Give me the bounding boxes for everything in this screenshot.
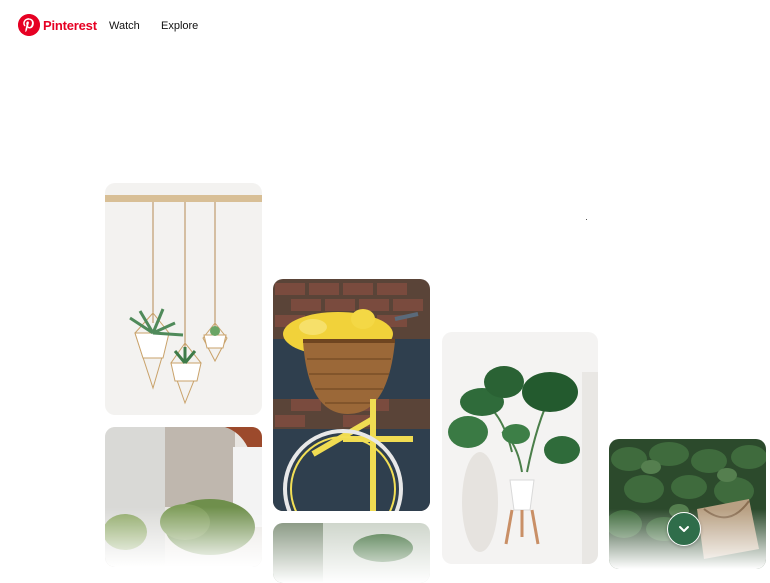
pin-image (442, 332, 598, 564)
pin-image (105, 427, 262, 567)
pin-monstera-plant[interactable] (442, 332, 598, 564)
nav-watch-link[interactable]: Watch (109, 20, 140, 32)
pin-image (273, 523, 430, 583)
pin-woman-greens[interactable] (105, 427, 262, 567)
pinterest-logo[interactable]: Pinterest (18, 14, 97, 36)
nav-explore-link[interactable]: Explore (161, 20, 198, 32)
pin-image (105, 183, 262, 415)
pin-faded[interactable] (273, 523, 430, 583)
pinterest-wordmark: Pinterest (43, 17, 97, 33)
pin-image (273, 279, 430, 511)
pin-green-leaves[interactable] (609, 439, 766, 569)
pin-yellow-bicycle[interactable] (273, 279, 430, 511)
pinterest-logo-icon (18, 14, 40, 36)
pin-image (609, 439, 766, 569)
scroll-down-button[interactable] (667, 512, 701, 546)
top-navigation-bar: Pinterest Watch Explore (0, 0, 770, 56)
chevron-down-icon (679, 526, 689, 532)
pin-hanging-planters[interactable] (105, 183, 262, 415)
stray-dot (586, 219, 587, 220)
